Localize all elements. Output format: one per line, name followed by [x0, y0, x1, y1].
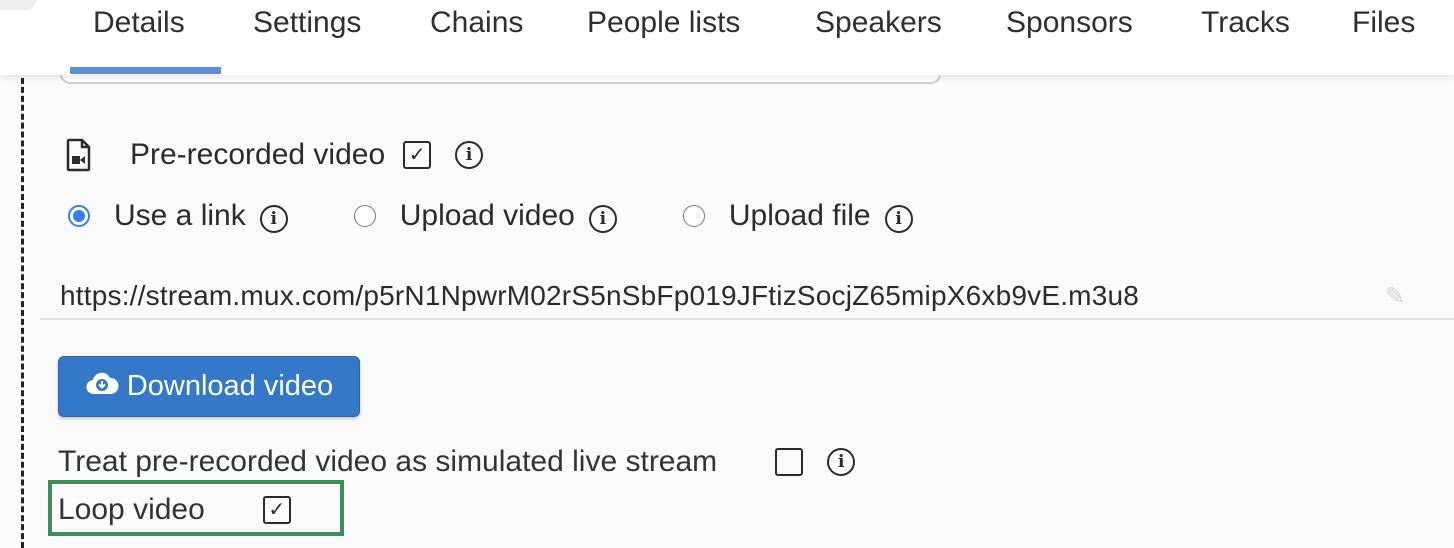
radio-label: Upload video	[399, 199, 575, 232]
video-url[interactable]: https://stream.mux.com/p5rN1NpwrM02rS5nS…	[60, 280, 1139, 312]
simulated-live-label: Treat pre-recorded video as simulated li…	[58, 445, 718, 478]
tab-settings[interactable]: Settings	[253, 6, 361, 40]
simulated-live-checkbox[interactable]	[775, 448, 804, 476]
radio-upload-video[interactable]	[353, 205, 376, 227]
tab-speakers[interactable]: Speakers	[815, 6, 942, 40]
active-tab-indicator	[70, 67, 221, 74]
simulated-live-row: Treat pre-recorded video as simulated li…	[58, 445, 856, 479]
tab-chains[interactable]: Chains	[430, 6, 523, 40]
radio-use-link[interactable]	[68, 205, 90, 227]
prerecorded-row: Pre-recorded video ✓ i	[66, 138, 484, 172]
loop-video-label: Loop video	[58, 493, 205, 526]
tab-people-lists[interactable]: People lists	[587, 6, 740, 40]
tab-tracks[interactable]: Tracks	[1201, 6, 1290, 40]
loop-video-row: Loop video ✓	[58, 493, 291, 527]
loop-video-checkbox[interactable]: ✓	[262, 496, 291, 524]
file-video-icon	[66, 138, 92, 172]
corner-decoration	[0, 0, 36, 10]
info-icon[interactable]: i	[455, 141, 484, 169]
tab-files[interactable]: Files	[1352, 6, 1415, 40]
tab-details[interactable]: Details	[93, 6, 185, 40]
tab-sponsors[interactable]: Sponsors	[1006, 6, 1133, 40]
prerecorded-checkbox[interactable]: ✓	[403, 141, 432, 169]
info-icon[interactable]: i	[827, 448, 856, 476]
radio-label: Upload file	[728, 199, 871, 232]
prerecorded-label: Pre-recorded video	[130, 138, 386, 171]
download-label: Download video	[126, 370, 334, 402]
source-options: Use a link i Upload video i Upload file …	[68, 199, 913, 233]
edit-icon[interactable]: ✎	[1385, 285, 1409, 309]
radio-label: Use a link	[114, 199, 246, 232]
info-icon[interactable]: i	[884, 205, 913, 233]
info-icon[interactable]: i	[588, 205, 617, 233]
tab-bar: Details Settings Chains People lists Spe…	[0, 0, 1454, 75]
download-video-button[interactable]: Download video	[58, 356, 360, 417]
info-icon[interactable]: i	[259, 205, 288, 233]
cloud-download-icon	[85, 370, 119, 404]
radio-upload-file[interactable]	[682, 205, 705, 227]
url-underline	[40, 318, 1454, 320]
dashed-divider	[21, 78, 24, 548]
